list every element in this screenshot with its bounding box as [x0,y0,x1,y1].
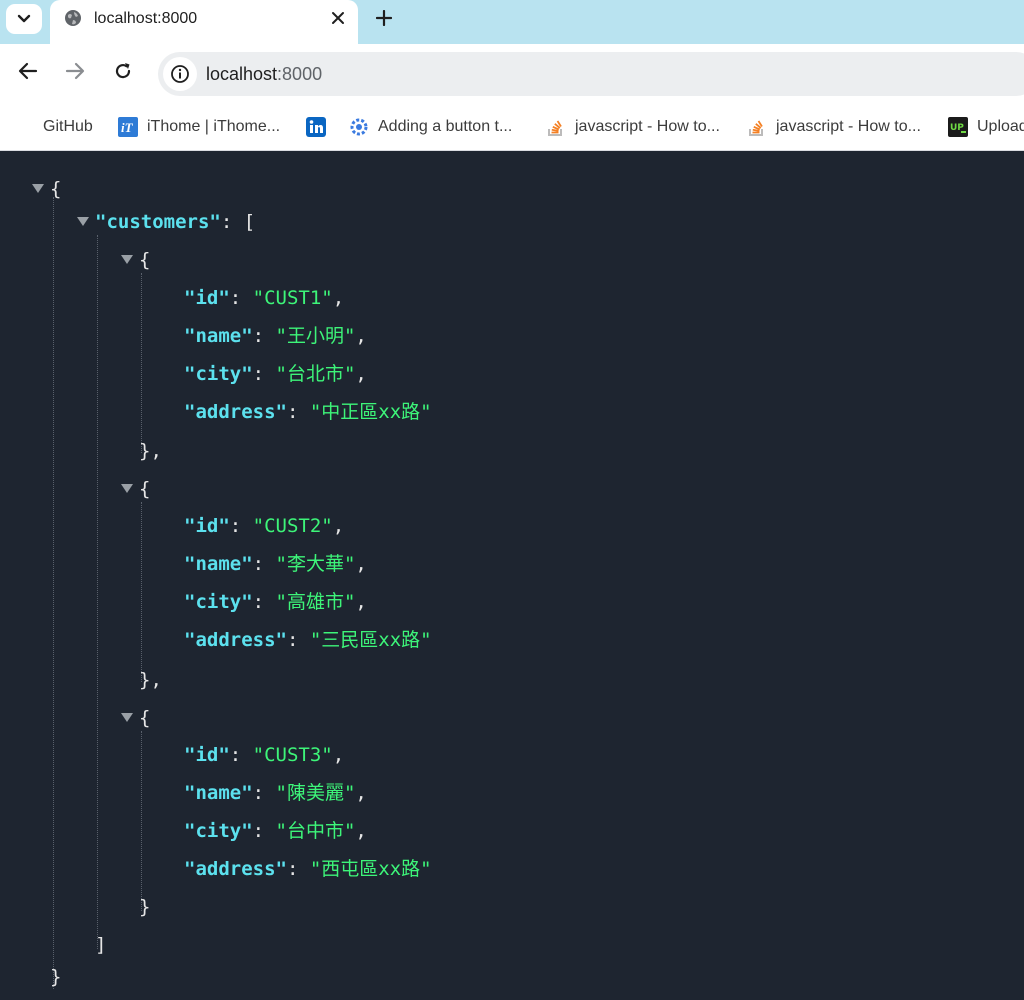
url-text[interactable]: localhost:8000 [206,63,322,85]
linkedin-icon [306,117,326,137]
json-object-open: { [139,707,151,729]
bookmark-label: javascript - How to... [776,118,921,135]
json-field-address: "address": "中正區xx路" [184,401,432,423]
json-value: "台北市" [275,363,356,385]
json-key: "customers" [95,211,221,233]
info-icon [171,65,189,83]
json-field-city: "city": "台北市", [184,363,367,385]
json-field-name: "name": "陳美麗", [184,782,367,804]
browser-toolbar: localhost:8000 [0,44,1024,106]
bookmark-stackoverflow-2[interactable]: javascript - How to... [747,114,921,140]
bookmark-github[interactable]: GitHub [43,114,93,140]
stackoverflow-icon [747,117,767,137]
bookmark-label: iThome | iThome... [147,118,281,135]
bookmark-linkedin[interactable] [306,114,335,140]
chevron-down-icon [17,14,31,23]
json-field-city: "city": "台中市", [184,820,367,842]
bookmark-upwork[interactable]: UP Upload [948,114,1024,140]
reload-button[interactable] [110,58,136,84]
site-info-button[interactable] [163,57,197,91]
bookmark-label: javascript - How to... [575,118,720,135]
globe-icon [65,10,81,26]
json-value: "王小明" [275,325,356,347]
upwork-icon: UP [948,117,968,137]
back-button[interactable] [15,58,41,84]
collapse-toggle-customer-2[interactable] [121,484,133,493]
json-object-close: } [139,896,151,918]
collapse-toggle-root[interactable] [32,184,44,193]
bookmark-ithome[interactable]: iT iThome | iThome... [118,114,280,140]
address-bar[interactable]: localhost:8000 [158,52,1024,96]
json-field-id: "id": "CUST1", [184,287,345,309]
json-root-close: } [50,966,62,988]
gear-blue-icon [349,117,369,137]
json-value: "台中市" [275,820,356,842]
arrow-left-icon [18,62,38,80]
plus-icon [376,10,392,26]
collapse-toggle-customers[interactable] [77,217,89,226]
svg-text:iT: iT [121,120,134,135]
tab-close-button[interactable] [326,6,350,30]
bookmark-label: GitHub [43,118,93,135]
json-value: "高雄市" [275,591,356,613]
json-value: "CUST2" [252,515,333,537]
json-array-close: ] [95,934,107,956]
json-field-name: "name": "王小明", [184,325,367,347]
stackoverflow-icon [546,117,566,137]
indent-guide [141,731,142,911]
url-host: localhost [206,64,278,84]
json-object-close: }, [139,669,162,691]
close-icon [332,12,344,24]
bookmarks-bar: GitHub iT iThome | iThome... Adding a bu… [0,106,1024,151]
active-tab[interactable]: localhost:8000 [50,0,358,44]
tab-strip: localhost:8000 [0,0,1024,44]
json-value: "中正區xx路" [309,401,432,423]
arrow-right-icon [65,62,85,80]
tab-title: localhost:8000 [94,10,198,27]
indent-guide [141,502,142,682]
json-value: "三民區xx路" [309,629,432,651]
json-object-close: }, [139,440,162,462]
collapse-toggle-customer-3[interactable] [121,713,133,722]
json-object-open: { [139,249,151,271]
tab-search-button[interactable] [6,4,42,34]
url-port: :8000 [277,64,323,84]
json-object-open: { [139,478,151,500]
collapse-toggle-customer-1[interactable] [121,255,133,264]
json-field-address: "address": "西屯區xx路" [184,858,432,880]
json-value: "CUST1" [252,287,333,309]
indent-guide [53,197,54,989]
json-field-id: "id": "CUST3", [184,744,345,766]
json-value: "西屯區xx路" [309,858,432,880]
json-viewer: { "customers": [ { "id": "CUST1", "name"… [0,151,1024,1000]
json-field-address: "address": "三民區xx路" [184,629,432,651]
forward-button[interactable] [62,58,88,84]
json-field-id: "id": "CUST2", [184,515,345,537]
json-value: "李大華" [275,553,356,575]
json-value: "CUST3" [252,744,333,766]
reload-icon [115,63,131,79]
bookmark-adding-button[interactable]: Adding a button t... [349,114,512,140]
ithome-icon: iT [118,117,138,137]
json-field-city: "city": "高雄市", [184,591,367,613]
bookmark-label: Adding a button t... [378,118,513,135]
json-root-open: { [50,178,62,200]
bookmark-label: Upload [977,118,1024,135]
json-value: "陳美麗" [275,782,356,804]
bookmark-stackoverflow-1[interactable]: javascript - How to... [546,114,720,140]
new-tab-button[interactable] [370,5,398,31]
json-customers-line: "customers": [ [95,211,256,233]
indent-guide [97,235,98,949]
indent-guide [141,273,142,453]
json-field-name: "name": "李大華", [184,553,367,575]
